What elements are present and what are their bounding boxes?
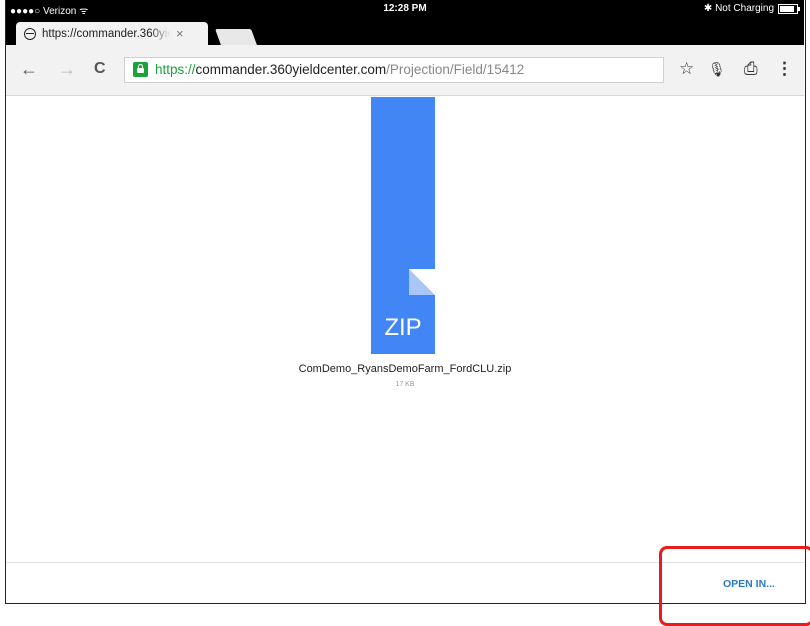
page-fold xyxy=(409,269,435,295)
zip-file-icon[interactable]: ZIP xyxy=(371,269,435,354)
file-name: ComDemo_RyansDemoFarm_FordCLU.zip xyxy=(298,363,512,375)
download-bar-graphic xyxy=(371,97,435,269)
annotation-highlight-box xyxy=(659,546,810,626)
file-size: 17 KB xyxy=(395,381,415,388)
zip-label: ZIP xyxy=(384,314,422,341)
